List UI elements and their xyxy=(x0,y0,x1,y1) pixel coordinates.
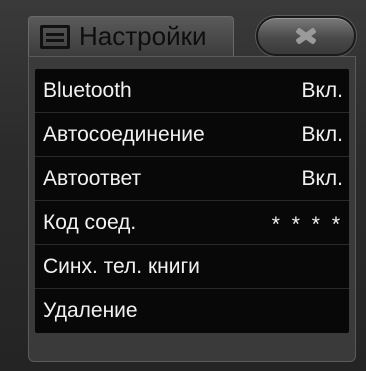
setting-label: Автосоединение xyxy=(43,123,205,146)
setting-row-pairing-code[interactable]: Код соед. * * * * xyxy=(35,201,349,245)
header: Настройки xyxy=(0,0,366,62)
setting-label: Код соед. xyxy=(43,211,137,234)
setting-label: Bluetooth xyxy=(43,79,132,102)
close-button[interactable] xyxy=(256,16,356,56)
setting-row-auto-connect[interactable]: Автосоединение Вкл. xyxy=(35,113,349,157)
settings-list: Bluetooth Вкл. Автосоединение Вкл. Автоо… xyxy=(35,69,349,333)
settings-list-icon xyxy=(40,25,70,49)
settings-panel: Bluetooth Вкл. Автосоединение Вкл. Автоо… xyxy=(28,56,356,362)
setting-row-bluetooth[interactable]: Bluetooth Вкл. xyxy=(35,69,349,113)
page-title: Настройки xyxy=(79,21,207,51)
setting-label: Синх. тел. книги xyxy=(43,255,200,278)
setting-label: Удаление xyxy=(43,299,138,322)
setting-row-phonebook-sync[interactable]: Синх. тел. книги xyxy=(35,245,349,289)
settings-screen: Настройки Bluetooth Вкл. Автосоединение … xyxy=(0,0,366,371)
setting-value: * * * * xyxy=(271,213,343,236)
setting-value: Вкл. xyxy=(301,167,343,190)
setting-label: Автоответ xyxy=(43,167,142,190)
title-tab: Настройки xyxy=(28,16,234,56)
setting-row-auto-answer[interactable]: Автоответ Вкл. xyxy=(35,157,349,201)
close-icon xyxy=(295,25,317,47)
setting-value: Вкл. xyxy=(301,123,343,146)
setting-value: Вкл. xyxy=(301,79,343,102)
setting-row-delete[interactable]: Удаление xyxy=(35,289,349,333)
